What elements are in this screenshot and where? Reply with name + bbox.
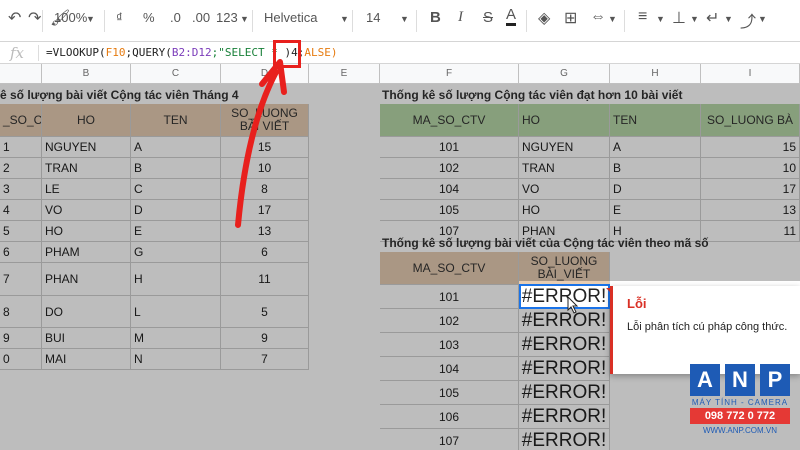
logo-letter: A: [690, 364, 720, 396]
spreadsheet-app: ↶ ↷ 🖌 100% ▼ ₫ % .0 .00 123 ▼ Helvetica …: [0, 0, 800, 450]
anp-logo: A N P MÁY TÍNH - CAMERA 098 772 0 772 WW…: [690, 364, 790, 446]
logo-phone: 098 772 0 772: [690, 408, 790, 424]
logo-letter: P: [760, 364, 790, 396]
annotation-arrow: [235, 59, 287, 228]
logo-subtitle: MÁY TÍNH - CAMERA: [691, 398, 789, 407]
mouse-cursor-icon: [567, 296, 579, 314]
logo-website: WWW.ANP.COM.VN: [702, 426, 778, 435]
logo-letter: N: [725, 364, 755, 396]
